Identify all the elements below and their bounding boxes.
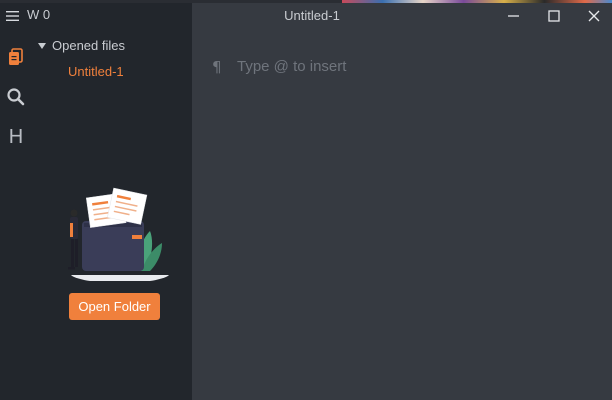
paragraph-icon: ¶ <box>212 58 222 76</box>
file-item-untitled-1[interactable]: Untitled-1 <box>68 64 124 79</box>
minimize-icon[interactable] <box>502 6 526 26</box>
sidebar: W 0 Opened files Untitled-1 Open Folder <box>27 3 192 400</box>
maximize-icon[interactable] <box>542 6 566 26</box>
word-count: W 0 <box>27 7 51 22</box>
opened-files-label: Opened files <box>52 38 125 53</box>
search-icon[interactable] <box>6 87 26 107</box>
heading-icon[interactable]: H <box>6 127 26 147</box>
empty-folder-illustration <box>58 181 174 283</box>
window-title: Untitled-1 <box>284 8 340 23</box>
editor-placeholder[interactable]: Type @ to insert <box>237 58 346 75</box>
opened-files-section[interactable]: Opened files <box>38 38 125 53</box>
editor-area[interactable]: Untitled-1 ¶ Type @ to insert <box>192 3 612 400</box>
files-icon[interactable] <box>6 47 26 67</box>
hamburger-menu-icon[interactable] <box>6 10 20 22</box>
close-icon[interactable] <box>582 6 606 26</box>
open-folder-button[interactable]: Open Folder <box>69 293 160 320</box>
chevron-down-icon <box>38 42 46 49</box>
activity-bar: H <box>0 3 32 400</box>
